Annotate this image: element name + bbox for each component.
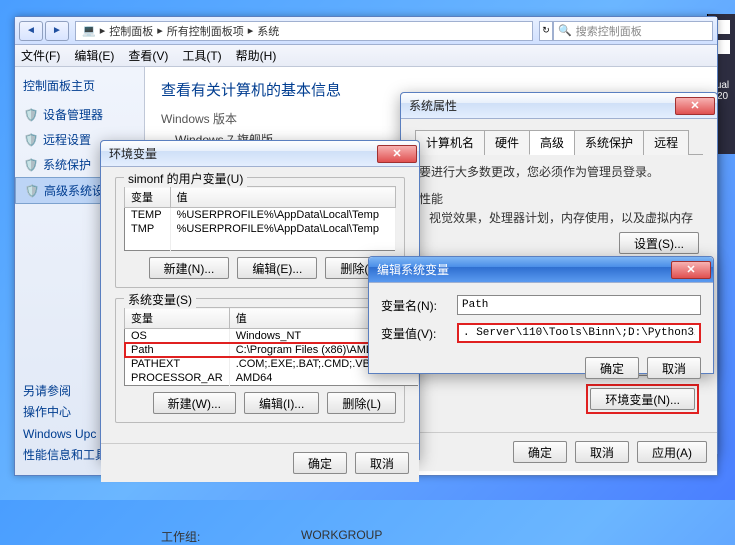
sidebar-link-windows-update[interactable]: Windows Upc bbox=[23, 424, 107, 446]
tabs: 计算机名 硬件 高级 系统保护 远程 bbox=[415, 129, 703, 155]
dialog-titlebar[interactable]: 系统属性 ✕ bbox=[401, 93, 717, 119]
system-vars-group: 系统变量(S) 变量值 OSWindows_NT PathC:\Program … bbox=[115, 298, 405, 423]
cancel-button[interactable]: 取消 bbox=[647, 357, 701, 379]
nav-forward-button[interactable]: ► bbox=[45, 21, 69, 41]
menubar: 文件(F) 编辑(E) 查看(V) 工具(T) 帮助(H) bbox=[15, 45, 717, 67]
apply-button[interactable]: 应用(A) bbox=[637, 441, 707, 463]
delete-button[interactable]: 删除(L) bbox=[327, 392, 396, 414]
breadcrumb-icon: 💻 bbox=[82, 24, 96, 37]
dialog-title-text: 编辑系统变量 bbox=[377, 261, 449, 278]
nav-back-button[interactable]: ◄ bbox=[19, 21, 43, 41]
menu-file[interactable]: 文件(F) bbox=[21, 47, 60, 64]
var-value-input[interactable] bbox=[457, 323, 701, 343]
shield-icon: 🛡️ bbox=[23, 132, 39, 148]
new-button[interactable]: 新建(N)... bbox=[149, 257, 230, 279]
table-row[interactable]: TMP%USERPROFILE%\AppData\Local\Temp bbox=[125, 222, 396, 236]
menu-tools[interactable]: 工具(T) bbox=[182, 47, 221, 64]
titlebar: ◄ ► 💻 ▸ 控制面板 ▸ 所有控制面板项 ▸ 系统 ↻ 🔍 搜索控制面板 bbox=[15, 17, 717, 45]
breadcrumb-part[interactable]: 所有控制面板项 bbox=[167, 23, 244, 39]
close-button[interactable]: ✕ bbox=[377, 145, 417, 163]
settings-button-s[interactable]: 设置(S)... bbox=[619, 232, 699, 254]
sidebar-link-perf-info[interactable]: 性能信息和工具 bbox=[23, 445, 107, 467]
cancel-button[interactable]: 取消 bbox=[575, 441, 629, 463]
search-input[interactable]: 🔍 搜索控制面板 bbox=[553, 21, 713, 41]
refresh-button[interactable]: ↻ bbox=[539, 21, 553, 41]
breadcrumb-part[interactable]: 系统 bbox=[257, 23, 279, 39]
menu-edit[interactable]: 编辑(E) bbox=[74, 47, 114, 64]
sidebar-link-action-center[interactable]: 操作中心 bbox=[23, 402, 107, 424]
var-value-label: 变量值(V): bbox=[381, 325, 457, 342]
sidebar-see-also: 另请参阅 操作中心 Windows Upc 性能信息和工具 bbox=[23, 381, 107, 467]
admin-message: 要进行大多数更改，您必须作为管理员登录。 bbox=[419, 163, 703, 180]
user-vars-group: simonf 的用户变量(U) 变量值 TEMP%USERPROFILE%\Ap… bbox=[115, 177, 405, 288]
ok-button[interactable]: 确定 bbox=[513, 441, 567, 463]
breadcrumb[interactable]: 💻 ▸ 控制面板 ▸ 所有控制面板项 ▸ 系统 bbox=[75, 21, 533, 41]
dialog-titlebar[interactable]: 编辑系统变量 ✕ bbox=[369, 257, 713, 283]
var-name-input[interactable] bbox=[457, 295, 701, 315]
edit-button[interactable]: 编辑(I)... bbox=[244, 392, 319, 414]
sidebar-header[interactable]: 控制面板主页 bbox=[15, 75, 144, 102]
dialog-titlebar[interactable]: 环境变量 ✕ bbox=[101, 141, 419, 167]
menu-help[interactable]: 帮助(H) bbox=[236, 47, 277, 64]
shield-icon: 🛡️ bbox=[23, 107, 39, 123]
edit-system-var-dialog: 编辑系统变量 ✕ 变量名(N): 变量值(V): 确定 取消 bbox=[368, 256, 714, 374]
breadcrumb-part[interactable]: 控制面板 bbox=[109, 23, 153, 39]
performance-desc: 视觉效果，处理器计划，内存使用，以及虚拟内存 bbox=[429, 209, 703, 226]
var-name-label: 变量名(N): bbox=[381, 297, 457, 314]
col-header-val[interactable]: 值 bbox=[170, 187, 395, 208]
env-variables-button[interactable]: 环境变量(N)... bbox=[590, 388, 695, 410]
ok-button[interactable]: 确定 bbox=[585, 357, 639, 379]
cancel-button[interactable]: 取消 bbox=[355, 452, 409, 474]
sidebar-bottom-label: 另请参阅 bbox=[23, 381, 107, 403]
user-vars-table[interactable]: 变量值 TEMP%USERPROFILE%\AppData\Local\Temp… bbox=[124, 186, 396, 251]
close-button[interactable]: ✕ bbox=[671, 261, 711, 279]
close-button[interactable]: ✕ bbox=[675, 97, 715, 115]
sidebar-item-device-manager[interactable]: 🛡️设备管理器 bbox=[15, 102, 144, 127]
performance-label: 性能 bbox=[419, 190, 703, 207]
shield-icon: 🛡️ bbox=[24, 183, 40, 199]
table-row[interactable]: TEMP%USERPROFILE%\AppData\Local\Temp bbox=[125, 208, 396, 223]
edit-button[interactable]: 编辑(E)... bbox=[237, 257, 317, 279]
tab-protection[interactable]: 系统保护 bbox=[574, 130, 644, 155]
col-header-var[interactable]: 变量 bbox=[125, 187, 171, 208]
user-vars-group-title: simonf 的用户变量(U) bbox=[124, 170, 247, 187]
col-header-var[interactable]: 变量 bbox=[125, 308, 230, 329]
new-button[interactable]: 新建(W)... bbox=[153, 392, 236, 414]
search-icon: 🔍 bbox=[558, 24, 572, 37]
tab-advanced[interactable]: 高级 bbox=[529, 130, 575, 155]
tab-hardware[interactable]: 硬件 bbox=[484, 130, 530, 155]
dialog-title-text: 环境变量 bbox=[109, 145, 157, 162]
tab-remote[interactable]: 远程 bbox=[643, 130, 689, 155]
menu-view[interactable]: 查看(V) bbox=[128, 47, 168, 64]
shield-icon: 🛡️ bbox=[23, 157, 39, 173]
system-vars-group-title: 系统变量(S) bbox=[124, 291, 196, 308]
dialog-title-text: 系统属性 bbox=[409, 97, 457, 114]
search-placeholder: 搜索控制面板 bbox=[576, 23, 642, 39]
workgroup-label: 工作组: bbox=[161, 528, 301, 545]
workgroup-value: WORKGROUP bbox=[301, 528, 382, 545]
tab-computer-name[interactable]: 计算机名 bbox=[415, 130, 485, 155]
ok-button[interactable]: 确定 bbox=[293, 452, 347, 474]
